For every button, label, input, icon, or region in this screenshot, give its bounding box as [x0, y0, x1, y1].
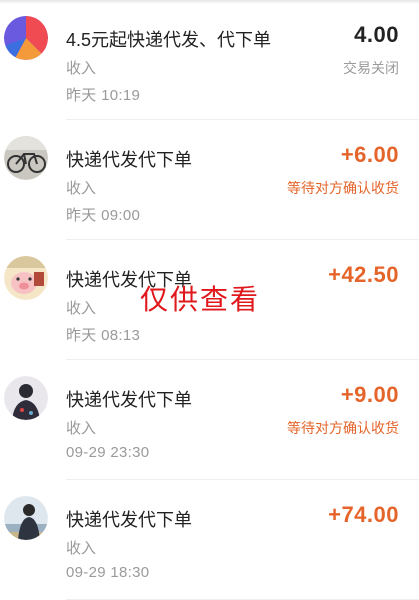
transaction-type: 收入 — [66, 300, 97, 317]
transaction-time: 昨天 10:19 — [66, 87, 141, 104]
transaction-row[interactable]: 4.5元起快递代发、代下单 4.00 收入 交易关闭 昨天 10:19 — [0, 0, 419, 120]
transaction-title: 快递代发代下单 — [66, 510, 192, 530]
transaction-status: 等待对方确认收货 — [287, 180, 399, 196]
transaction-amount: +42.50 — [328, 262, 399, 287]
transaction-title: 快递代发代下单 — [66, 150, 192, 170]
transaction-row[interactable]: 快递代发代下单 +42.50 收入 昨天 08:13 — [0, 240, 419, 360]
transaction-type: 收入 — [66, 540, 97, 557]
transaction-row[interactable]: 快递代发代下单 +6.00 收入 等待对方确认收货 昨天 09:00 — [0, 120, 419, 240]
transaction-time: 昨天 09:00 — [66, 207, 141, 224]
transaction-amount: +74.00 — [328, 502, 399, 527]
person-seaside-avatar — [4, 496, 48, 540]
transaction-type: 收入 — [66, 420, 97, 437]
person-photo-avatar — [4, 376, 48, 420]
transaction-status: 等待对方确认收货 — [287, 420, 399, 436]
multicolor-logo-icon — [4, 16, 48, 60]
bicycle-photo-avatar — [4, 136, 48, 180]
transaction-title: 快递代发代下单 — [66, 390, 192, 410]
transaction-row[interactable]: 快递代发代下单 +9.00 收入 等待对方确认收货 09-29 23:30 — [0, 360, 419, 480]
transaction-status: 交易关闭 — [343, 60, 399, 76]
transaction-type: 收入 — [66, 60, 97, 77]
transaction-time: 09-29 18:30 — [66, 564, 150, 581]
transaction-title: 4.5元起快递代发、代下单 — [66, 30, 272, 50]
transaction-time: 昨天 08:13 — [66, 327, 141, 344]
transaction-title: 快递代发代下单 — [66, 270, 192, 290]
transaction-type: 收入 — [66, 180, 97, 197]
transaction-amount: +6.00 — [340, 142, 399, 167]
transaction-amount: 4.00 — [354, 22, 399, 47]
pig-cartoon-avatar — [4, 256, 48, 300]
transaction-time: 09-29 23:30 — [66, 444, 150, 461]
transaction-row[interactable]: 快递代发代下单 +74.00 收入 09-29 18:30 — [0, 480, 419, 600]
transaction-amount: +9.00 — [340, 382, 399, 407]
